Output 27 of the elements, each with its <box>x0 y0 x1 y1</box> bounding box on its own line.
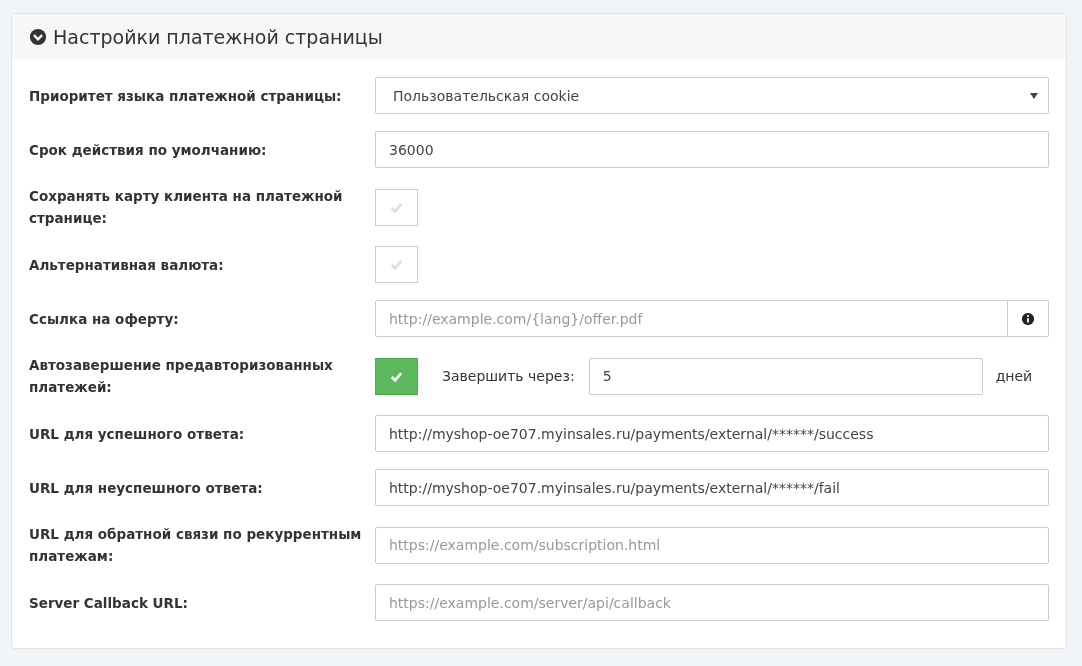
input-field[interactable]: http://myshop-oe707.myinsales.ru/payments/external/******/fail <box>375 469 1049 506</box>
input-field[interactable]: https://example.com/subscription.html <box>375 526 1049 564</box>
dropdown[interactable]: Пользовательская cookie <box>375 77 1049 114</box>
input-field[interactable]: http://example.com/{lang}/offer.pdf <box>375 300 1008 337</box>
input-field[interactable]: 5 <box>588 357 983 395</box>
field-label: URL для неуспешного ответа: <box>29 478 264 498</box>
input-field[interactable]: https://example.com/server/api/callback <box>375 584 1049 621</box>
field-label: URL для успешного ответа: <box>29 424 246 444</box>
input-field[interactable]: http://myshop-oe707.myinsales.ru/payments/external/******/success <box>375 415 1049 452</box>
field-label: Приоритет языка платежной страницы: <box>29 86 343 106</box>
caret-icon <box>1030 92 1038 99</box>
panel-header[interactable]: Настройки платежной страницы <box>12 14 1066 59</box>
field-label: Альтернативная валюта: <box>29 255 225 275</box>
field-label: Автозавершение предавторизованных платежей: <box>29 356 334 397</box>
field-label: Ссылка на оферту: <box>29 309 180 329</box>
input-field[interactable]: 36000 <box>375 131 1049 168</box>
unit-label: дней <box>995 368 1033 384</box>
field-label: Срок действия по умолчанию: <box>29 140 268 160</box>
checkbox[interactable] <box>375 357 418 395</box>
field-label: Сохранять карту клиента на платежной странице: <box>29 187 344 228</box>
checkbox[interactable] <box>375 188 418 226</box>
field-label: Завершить через: <box>442 368 575 384</box>
addon-box[interactable] <box>1008 300 1049 337</box>
field-label: Server Callback URL: <box>29 593 189 613</box>
info-icon <box>1021 311 1035 326</box>
field-label: URL для обратной связи по рекуррентным платежам: <box>29 525 363 566</box>
checkbox[interactable] <box>375 246 418 283</box>
